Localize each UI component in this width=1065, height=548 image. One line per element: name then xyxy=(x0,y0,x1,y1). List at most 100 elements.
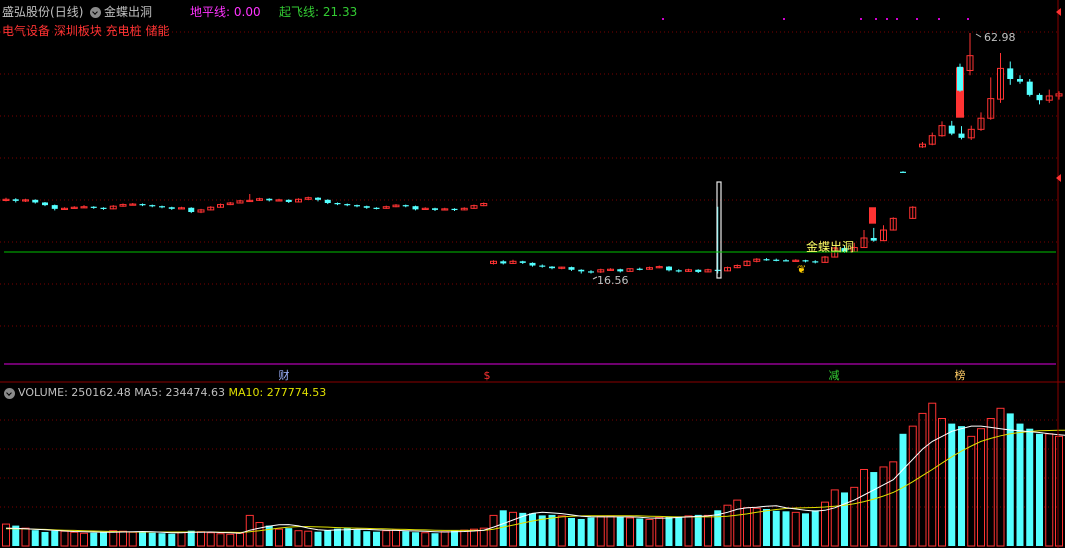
selected-candle-highlight xyxy=(716,181,722,279)
event-marker-finance[interactable]: 财 xyxy=(277,369,291,383)
volume-bar xyxy=(100,531,107,546)
volume-bar xyxy=(860,469,868,547)
volume-bar xyxy=(1036,433,1043,546)
volume-bar xyxy=(363,531,371,546)
candle-body xyxy=(568,267,575,270)
volume-dropdown-icon[interactable] xyxy=(4,388,15,399)
limit-up-bar xyxy=(869,207,876,224)
volume-bar xyxy=(168,533,176,546)
volume-bar xyxy=(675,516,683,546)
signal-dot xyxy=(860,18,862,20)
volume-bar xyxy=(958,426,965,546)
marker-dollar-text: $ xyxy=(483,369,491,382)
candle-body xyxy=(324,199,331,204)
ma10-label: MA10: xyxy=(228,386,264,399)
event-marker-rank[interactable]: 榜 xyxy=(953,369,967,383)
candle-body xyxy=(666,266,672,271)
volume-bar xyxy=(626,517,634,547)
candle-body xyxy=(315,197,321,200)
candle-body xyxy=(402,205,409,207)
candle-body xyxy=(432,208,438,210)
candle-body xyxy=(334,203,341,205)
signal-dot xyxy=(896,18,898,20)
concept-tags[interactable]: 电气设备 深圳板块 充电桩 储能 xyxy=(2,23,169,39)
volume-bar xyxy=(529,513,536,546)
indicator-dropdown-icon[interactable] xyxy=(90,7,101,18)
volume-bar xyxy=(294,530,303,547)
peak-candle-body xyxy=(957,66,963,91)
volume-bar xyxy=(304,530,313,547)
volume-bar xyxy=(587,517,595,546)
volume-bar xyxy=(324,530,332,546)
signal-dot xyxy=(967,18,969,20)
volume-bar xyxy=(752,507,761,547)
candle-body xyxy=(451,208,458,211)
volume-bar xyxy=(216,533,225,547)
marker-rank-text: 榜 xyxy=(954,369,966,382)
volume-bar xyxy=(830,489,839,547)
candle-body xyxy=(695,269,702,272)
volume-bar xyxy=(889,461,898,547)
volume-bar xyxy=(373,531,380,546)
candle-body xyxy=(900,171,906,173)
event-marker-reduce[interactable]: 减 xyxy=(827,369,841,383)
low-price-label: 16.56 xyxy=(597,274,629,287)
volume-label: VOLUME: xyxy=(18,386,68,399)
volume-bar xyxy=(499,510,507,546)
volume-bar xyxy=(382,530,391,547)
stock-chart[interactable] xyxy=(0,0,1065,548)
volume-bar xyxy=(1045,433,1054,547)
volume-series[interactable] xyxy=(2,402,1065,547)
marker-finance-text: 财 xyxy=(278,369,290,382)
butterfly-icon: ❦ xyxy=(797,263,807,276)
candle-body xyxy=(100,207,107,209)
candle-body xyxy=(1007,68,1014,79)
candle-body xyxy=(675,270,682,272)
volume-bar xyxy=(918,412,927,547)
volume-bar xyxy=(977,428,985,547)
volume-bar xyxy=(733,499,742,547)
volume-bar xyxy=(899,433,907,546)
volume-bar xyxy=(684,515,693,547)
ma5-label: MA5: xyxy=(134,386,163,399)
candle-body xyxy=(549,266,555,269)
volume-bar xyxy=(343,528,351,546)
candle-body xyxy=(763,259,770,261)
volume-bar xyxy=(51,530,59,546)
signal-dot xyxy=(662,18,664,20)
volume-bar xyxy=(334,528,341,546)
signal-dot xyxy=(886,18,888,20)
volume-bar xyxy=(879,466,888,547)
candle-body xyxy=(266,198,273,201)
candle-body xyxy=(1017,78,1023,82)
candle-body xyxy=(51,205,58,209)
marker-reduce-text: 减 xyxy=(828,369,840,382)
volume-bar xyxy=(489,514,498,547)
candle-body xyxy=(363,206,370,208)
ground-line-label: 地平线: xyxy=(190,5,231,19)
stock-title[interactable]: 盛弘股份(日线) xyxy=(2,4,83,20)
volume-bar xyxy=(704,514,712,547)
candle-body xyxy=(578,269,585,272)
event-marker-dollar[interactable]: $ xyxy=(480,369,494,383)
volume-bar xyxy=(841,492,848,546)
volume-bar xyxy=(1016,423,1024,546)
candle-body xyxy=(870,237,877,241)
candle-body xyxy=(617,269,624,272)
candlestick-series[interactable] xyxy=(2,33,1065,280)
volume-bar xyxy=(460,529,469,547)
candle-body xyxy=(12,199,19,201)
indicator-name[interactable]: 金蝶出洞 xyxy=(104,4,152,20)
volume-bar xyxy=(870,472,878,546)
high-price-label: 62.98 xyxy=(984,31,1016,44)
volume-bar xyxy=(314,531,322,546)
volume-bar xyxy=(636,518,644,546)
takeoff-line-label: 起飞线: xyxy=(279,5,320,19)
volume-bar xyxy=(577,518,585,546)
stock-name: 盛弘股份 xyxy=(2,5,51,19)
ground-line-value: 0.00 xyxy=(233,5,261,19)
volume-bar xyxy=(948,423,956,546)
volume-bar xyxy=(2,523,10,547)
volume-bar xyxy=(41,531,49,546)
volume-bar xyxy=(139,531,146,546)
